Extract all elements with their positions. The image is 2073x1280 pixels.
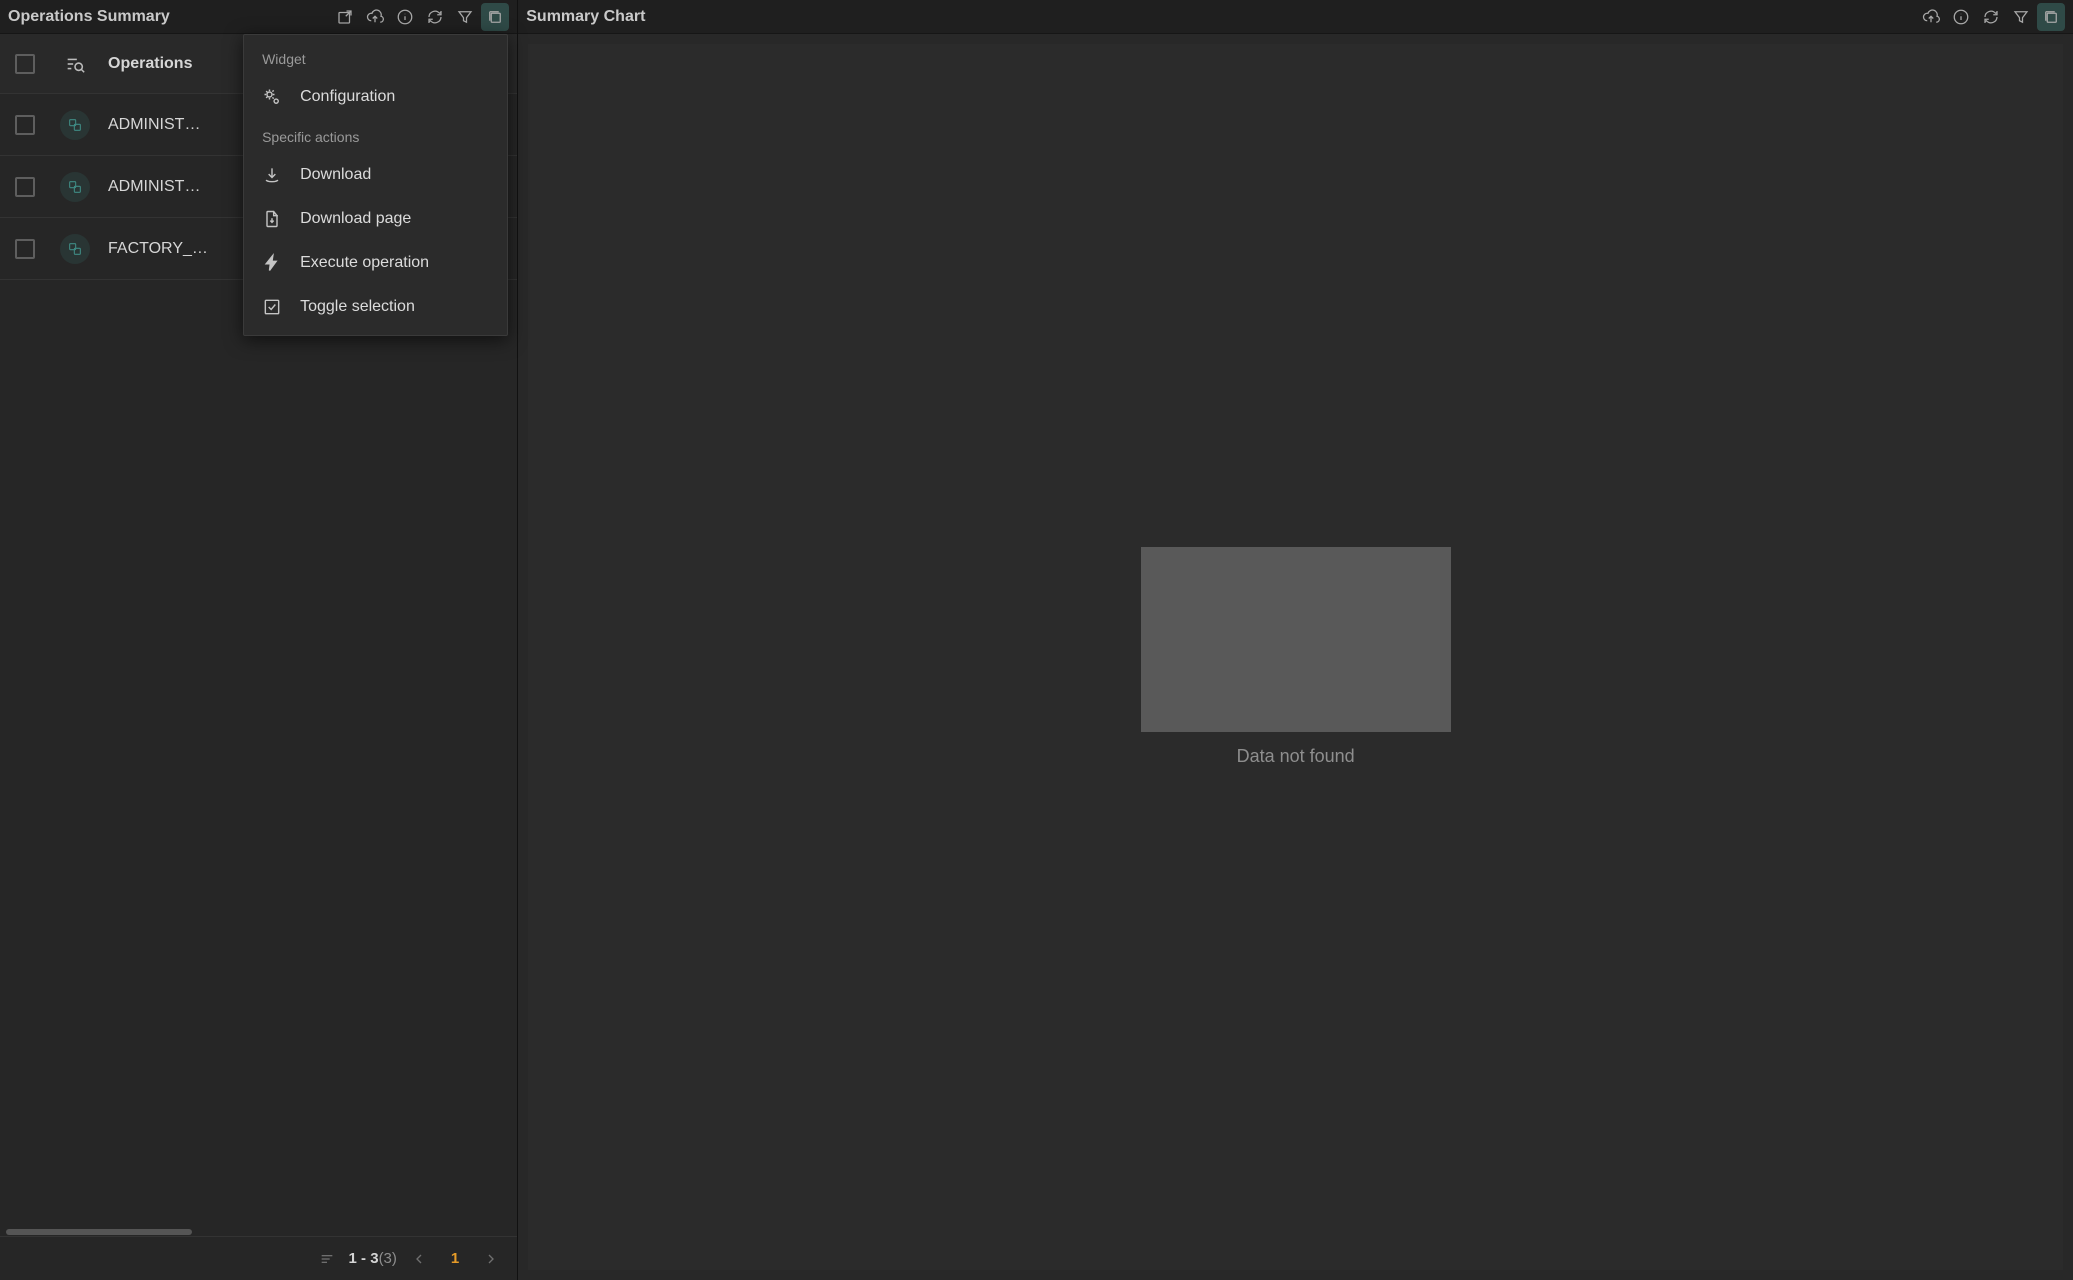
empty-state: Data not found [1141, 547, 1451, 767]
app-root: Operations Summary [0, 0, 2073, 1280]
refresh-icon[interactable] [1977, 3, 2005, 31]
chart-header-actions [1917, 3, 2065, 31]
pagination-footer: 1 - 3(3) 1 [0, 1236, 517, 1280]
summary-chart-panel: Summary Chart [518, 0, 2073, 1280]
operations-summary-panel: Operations Summary [0, 0, 518, 1280]
row-checkbox[interactable] [15, 115, 35, 135]
placeholder-image-icon [1141, 547, 1451, 732]
info-icon[interactable] [1947, 3, 1975, 31]
widget-menu-icon[interactable] [481, 3, 509, 31]
operations-panel-header: Operations Summary [0, 0, 517, 34]
column-header-label: Operations [108, 55, 192, 73]
refresh-icon[interactable] [421, 3, 449, 31]
empty-state-text: Data not found [1237, 746, 1355, 767]
operation-type-icon [60, 172, 90, 202]
chart-panel-header: Summary Chart [518, 0, 2073, 34]
menu-item-toggle-selection[interactable]: Toggle selection [244, 285, 507, 329]
menu-item-download[interactable]: Download [244, 153, 507, 197]
row-name: FACTORY_… [108, 240, 208, 258]
widget-menu-icon[interactable] [2037, 3, 2065, 31]
operations-header-actions [331, 3, 509, 31]
upload-cloud-icon[interactable] [1917, 3, 1945, 31]
prev-page-button[interactable] [407, 1247, 431, 1271]
chart-body: Data not found [518, 34, 2073, 1280]
range-text: 1 - 3 [349, 1250, 379, 1267]
menu-label: Download page [300, 210, 411, 228]
next-page-button[interactable] [479, 1247, 503, 1271]
menu-section-widget: Widget [244, 41, 507, 75]
info-icon[interactable] [391, 3, 419, 31]
menu-label: Toggle selection [300, 298, 415, 316]
gears-icon [262, 87, 282, 107]
menu-label: Configuration [300, 88, 395, 106]
filter-icon[interactable] [451, 3, 479, 31]
menu-item-download-page[interactable]: Download page [244, 197, 507, 241]
file-download-icon [262, 209, 282, 229]
menu-label: Execute operation [300, 254, 429, 272]
checkbox-icon [262, 297, 282, 317]
operation-type-icon [60, 234, 90, 264]
horizontal-scrollbar[interactable] [0, 1228, 517, 1236]
scrollbar-thumb[interactable] [6, 1229, 192, 1235]
chart-panel-title: Summary Chart [526, 8, 1913, 26]
upload-cloud-icon[interactable] [361, 3, 389, 31]
row-checkbox[interactable] [15, 177, 35, 197]
download-icon [262, 165, 282, 185]
open-external-icon[interactable] [331, 3, 359, 31]
row-name: ADMINIST… [108, 116, 200, 134]
widget-context-menu: Widget Configuration Specific actions Do… [243, 34, 508, 336]
total-text: (3) [379, 1250, 397, 1267]
pagination-range: 1 - 3(3) [349, 1250, 397, 1267]
menu-item-execute[interactable]: Execute operation [244, 241, 507, 285]
list-icon[interactable] [315, 1247, 339, 1271]
bolt-icon [262, 253, 282, 273]
operation-type-icon [60, 110, 90, 140]
menu-section-specific: Specific actions [244, 119, 507, 153]
current-page: 1 [441, 1250, 469, 1267]
select-all-checkbox[interactable] [15, 54, 35, 74]
header-search-icon-cell[interactable] [50, 53, 100, 75]
operations-panel-title: Operations Summary [8, 8, 327, 26]
row-checkbox[interactable] [15, 239, 35, 259]
select-all-cell[interactable] [0, 54, 50, 74]
row-name: ADMINIST… [108, 178, 200, 196]
menu-label: Download [300, 166, 371, 184]
filter-icon[interactable] [2007, 3, 2035, 31]
menu-item-configuration[interactable]: Configuration [244, 75, 507, 119]
